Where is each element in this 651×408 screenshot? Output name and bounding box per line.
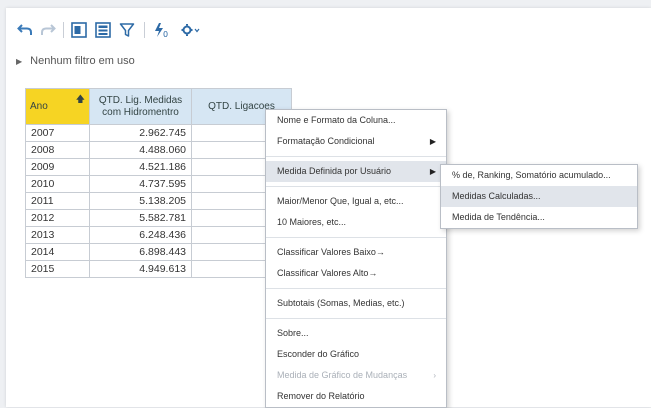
menu-item-nome-formato[interactable]: Nome e Formato da Coluna... xyxy=(266,110,446,131)
menu-divider xyxy=(266,288,446,289)
menu-item-10-maiores[interactable]: 10 Maiores, etc... xyxy=(266,212,446,233)
menu-divider xyxy=(266,318,446,319)
cell-ano[interactable]: 2010 xyxy=(25,175,90,193)
cell-medidas[interactable]: 4.488.060 xyxy=(89,141,192,159)
menu-divider xyxy=(266,156,446,157)
table-row: 20154.949.6136.8 xyxy=(25,260,292,278)
menu-item-maior-menor[interactable]: Maior/Menor Que, Igual a, etc... xyxy=(266,191,446,212)
cell-ano[interactable]: 2011 xyxy=(25,192,90,210)
submenu-arrow-icon: ▶ xyxy=(429,137,436,146)
cell-medidas[interactable]: 4.949.613 xyxy=(89,260,192,278)
layout-icon[interactable] xyxy=(70,21,88,39)
toolbar-separator xyxy=(144,22,145,38)
toolbar-separator xyxy=(63,22,64,38)
cell-ano[interactable]: 2008 xyxy=(25,141,90,159)
table-row: 20072.962.7455.2 xyxy=(25,124,292,142)
menu-item-classificar-baixo[interactable]: Classificar Valores Baixo→ xyxy=(266,242,446,263)
context-menu: Nome e Formato da Coluna... Formatação C… xyxy=(265,109,447,408)
cell-ano[interactable]: 2012 xyxy=(25,209,90,227)
table-row: 20104.737.5958.6 xyxy=(25,175,292,193)
cell-medidas[interactable]: 2.962.745 xyxy=(89,124,192,142)
menu-item-esconder-grafico[interactable]: Esconder do Gráfico xyxy=(266,344,446,365)
svg-text:0: 0 xyxy=(163,30,168,38)
cell-ano[interactable]: 2015 xyxy=(25,260,90,278)
menu-item-subtotais[interactable]: Subtotais (Somas, Medias, etc.) xyxy=(266,293,446,314)
cell-medidas[interactable]: 4.737.595 xyxy=(89,175,192,193)
filter-status[interactable]: ▶ Nenhum filtro em uso xyxy=(16,55,135,67)
menu-item-sobre[interactable]: Sobre... xyxy=(266,323,446,344)
cell-ano[interactable]: 2014 xyxy=(25,243,90,261)
cell-medidas[interactable]: 5.582.781 xyxy=(89,209,192,227)
menu-divider xyxy=(266,237,446,238)
table-row: 20084.488.0608.1 xyxy=(25,141,292,159)
sort-arrow-icon[interactable]: 🡅 xyxy=(76,93,85,105)
column-header-medidas[interactable]: QTD. Lig. Medidas com Hidromentro xyxy=(89,88,192,125)
table-row: 20136.248.4369.6 xyxy=(25,226,292,244)
expand-caret-icon[interactable]: ▶ xyxy=(16,57,22,66)
cell-medidas[interactable]: 4.521.186 xyxy=(89,158,192,176)
table-row: 20115.138.2058.9 xyxy=(25,192,292,210)
menu-item-medida-definida[interactable]: Medida Definida por Usuário ▶ xyxy=(266,161,446,182)
data-table: Ano 🡅 QTD. Lig. Medidas com Hidromentro … xyxy=(25,88,292,278)
menu-divider xyxy=(266,186,446,187)
toolbar: 0 xyxy=(6,8,651,48)
filter-text: Nenhum filtro em uso xyxy=(30,55,135,67)
undo-icon[interactable] xyxy=(16,21,34,39)
menu-item-remover-relatorio[interactable]: Remover do Relatório xyxy=(266,386,446,407)
table-row: 20094.521.1868.3 xyxy=(25,158,292,176)
redo-icon[interactable] xyxy=(39,21,57,39)
submenu-medida-definida: % de, Ranking, Somatório acumulado... Me… xyxy=(440,164,638,229)
submenu-arrow-icon: › xyxy=(433,371,436,380)
column-header-ano[interactable]: Ano 🡅 xyxy=(25,88,90,125)
submenu-item-medida-tendencia[interactable]: Medida de Tendência... xyxy=(441,207,637,228)
cell-medidas[interactable]: 5.138.205 xyxy=(89,192,192,210)
submenu-item-medidas-calculadas[interactable]: Medidas Calculadas... xyxy=(441,186,637,207)
table-row: 20125.582.7819.2 xyxy=(25,209,292,227)
cell-ano[interactable]: 2009 xyxy=(25,158,90,176)
settings-icon[interactable] xyxy=(180,21,202,39)
cell-medidas[interactable]: 6.898.443 xyxy=(89,243,192,261)
table-icon[interactable] xyxy=(94,21,112,39)
cell-ano[interactable]: 2013 xyxy=(25,226,90,244)
menu-item-grafico-mudancas: Medida de Gráfico de Mudanças › xyxy=(266,365,446,386)
cell-medidas[interactable]: 6.248.436 xyxy=(89,226,192,244)
filter-icon[interactable] xyxy=(118,21,136,39)
formula-icon[interactable]: 0 xyxy=(151,21,173,39)
submenu-arrow-icon: ▶ xyxy=(429,167,436,176)
report-panel: 0 ▶ Nenhum filtro em uso Ano 🡅 QTD. Lig.… xyxy=(6,8,651,408)
table-row: 20146.898.4439.9 xyxy=(25,243,292,261)
menu-item-classificar-alto[interactable]: Classificar Valores Alto→ xyxy=(266,263,446,284)
cell-ano[interactable]: 2007 xyxy=(25,124,90,142)
menu-item-formatacao-condicional[interactable]: Formatação Condicional ▶ xyxy=(266,131,446,152)
submenu-item-percent-ranking[interactable]: % de, Ranking, Somatório acumulado... xyxy=(441,165,637,186)
